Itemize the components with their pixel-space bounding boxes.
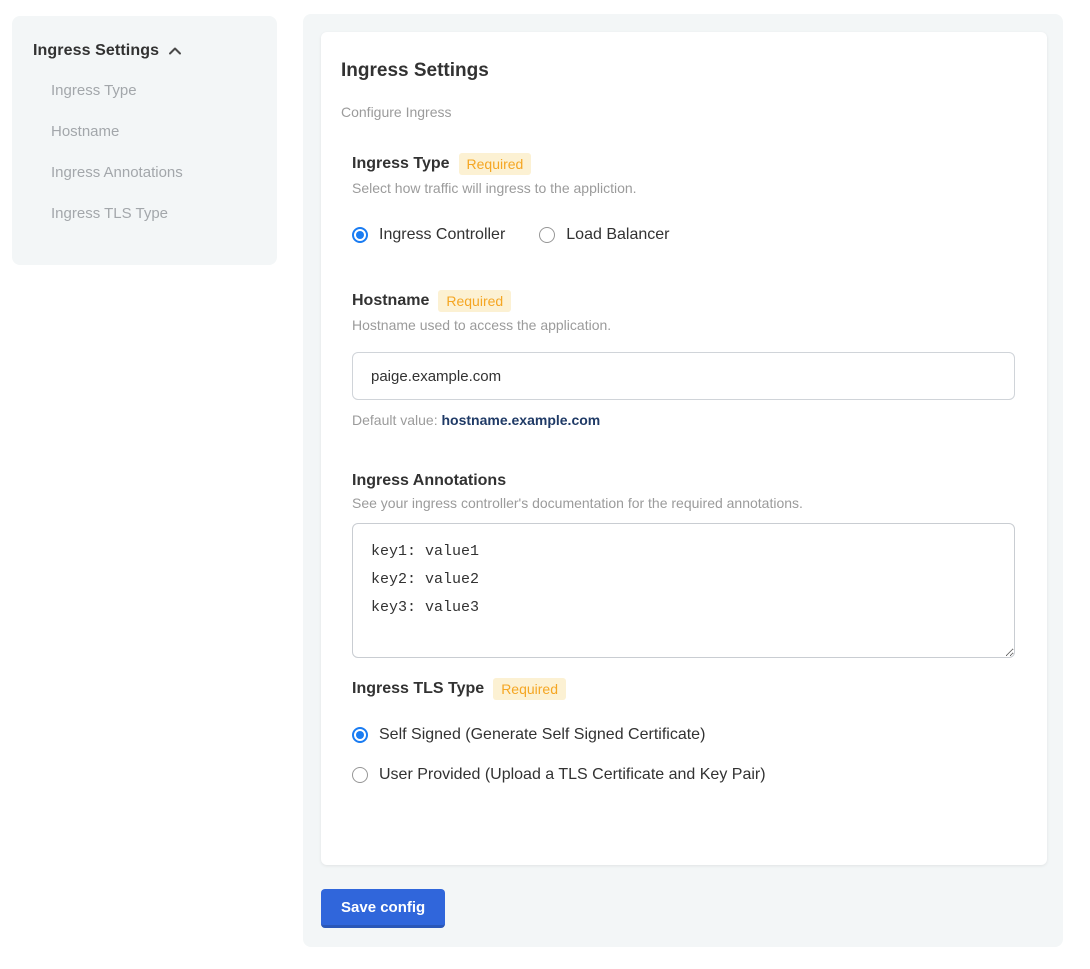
config-sidebar: Ingress Settings Ingress Type Hostname I… [12,16,277,265]
radio-option-user-provided[interactable]: User Provided (Upload a TLS Certificate … [352,766,1015,784]
field-hostname: Hostname Required Hostname used to acces… [352,290,1015,428]
ingress-annotations-description: See your ingress controller's documentat… [352,495,1015,511]
ingress-tls-type-radio-group: Self Signed (Generate Self Signed Certif… [352,726,1015,784]
sidebar-group-title: Ingress Settings [33,42,159,60]
required-badge: Required [493,678,566,700]
field-ingress-annotations: Ingress Annotations See your ingress con… [352,472,1015,658]
radio-option-load-balancer[interactable]: Load Balancer [539,226,669,244]
field-ingress-tls-type: Ingress TLS Type Required Self Signed (G… [352,678,1015,784]
ingress-type-radio-group: Ingress Controller Load Balancer [352,226,1015,244]
config-page: Ingress Settings Ingress Type Hostname I… [0,0,1090,969]
default-value-text: hostname.example.com [442,412,601,428]
config-panel-container: Ingress Settings Configure Ingress Ingre… [303,14,1063,947]
page-title: Ingress Settings [341,60,1015,82]
sidebar-item-ingress-annotations[interactable]: Ingress Annotations [51,164,257,181]
radio-unselected-icon[interactable] [539,227,555,243]
sidebar-item-ingress-type[interactable]: Ingress Type [51,82,257,99]
sidebar-item-list: Ingress Type Hostname Ingress Annotation… [51,82,257,222]
required-badge: Required [438,290,511,312]
default-value-label: Default value: [352,412,438,428]
save-config-button[interactable]: Save config [321,889,445,928]
chevron-up-icon[interactable] [167,43,183,59]
page-subtitle: Configure Ingress [341,104,1015,120]
hostname-default-line: Default value: hostname.example.com [352,412,1015,428]
field-ingress-type: Ingress Type Required Select how traffic… [352,153,1015,244]
radio-option-ingress-controller[interactable]: Ingress Controller [352,226,505,244]
hostname-input[interactable] [352,352,1015,400]
radio-label: User Provided (Upload a TLS Certificate … [379,766,766,784]
hostname-description: Hostname used to access the application. [352,317,1015,333]
sidebar-group-ingress-settings[interactable]: Ingress Settings [33,42,257,60]
ingress-tls-type-label: Ingress TLS Type [352,680,484,698]
radio-label: Load Balancer [566,226,669,244]
hostname-label: Hostname [352,292,429,310]
ingress-type-description: Select how traffic will ingress to the a… [352,180,1015,196]
radio-label: Ingress Controller [379,226,505,244]
ingress-annotations-textarea[interactable]: key1: value1 key2: value2 key3: value3 [352,523,1015,658]
ingress-annotations-label: Ingress Annotations [352,472,506,490]
radio-option-self-signed[interactable]: Self Signed (Generate Self Signed Certif… [352,726,1015,744]
radio-unselected-icon[interactable] [352,767,368,783]
required-badge: Required [459,153,532,175]
radio-label: Self Signed (Generate Self Signed Certif… [379,726,705,744]
ingress-type-label: Ingress Type [352,155,450,173]
config-card: Ingress Settings Configure Ingress Ingre… [321,32,1047,865]
sidebar-item-ingress-tls-type[interactable]: Ingress TLS Type [51,205,257,222]
radio-selected-icon[interactable] [352,727,368,743]
sidebar-item-hostname[interactable]: Hostname [51,123,257,140]
radio-selected-icon[interactable] [352,227,368,243]
